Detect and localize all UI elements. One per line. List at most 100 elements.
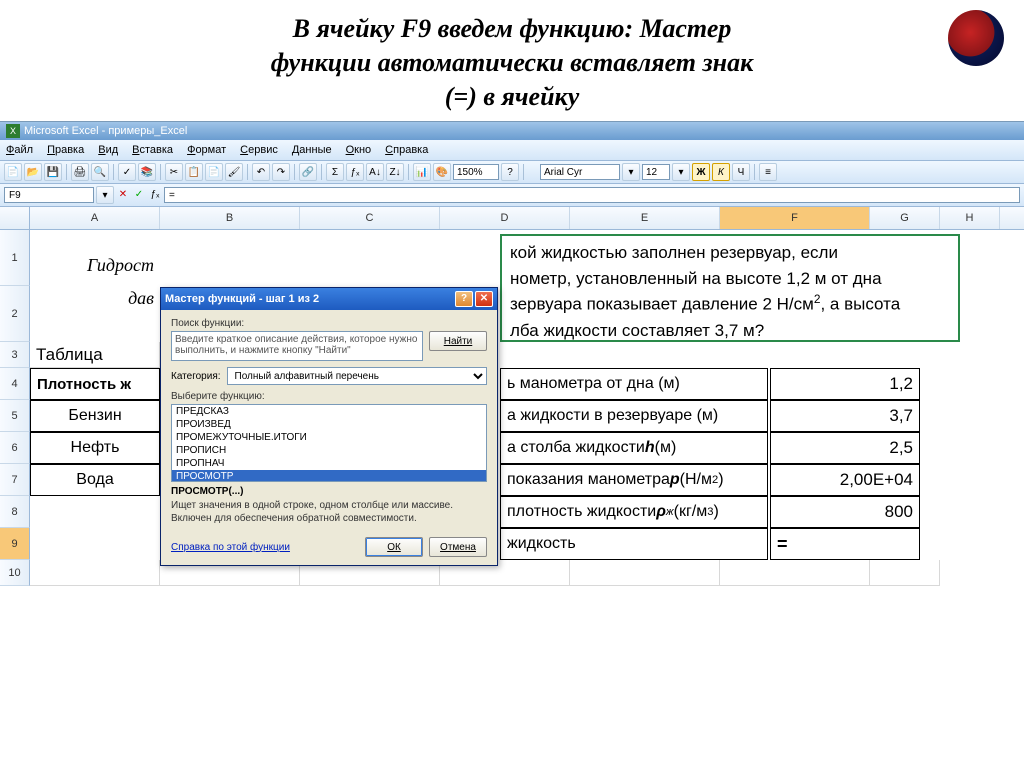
- name-dropdown-icon[interactable]: ▾: [96, 186, 114, 204]
- dialog-close-icon[interactable]: ✕: [475, 291, 493, 307]
- cell-f9-selected[interactable]: =: [770, 528, 920, 560]
- fx-button[interactable]: ƒₓ: [148, 188, 162, 202]
- row-header-4[interactable]: 4: [0, 368, 30, 400]
- row-header-9[interactable]: 9: [0, 528, 30, 560]
- menu-view[interactable]: Вид: [92, 142, 124, 158]
- cell-f6[interactable]: 2,5: [770, 432, 920, 464]
- col-header-c[interactable]: C: [300, 207, 440, 229]
- menu-edit[interactable]: Правка: [41, 142, 90, 158]
- save-icon[interactable]: 💾: [44, 163, 62, 181]
- ok-button[interactable]: ОК: [365, 537, 423, 557]
- find-button[interactable]: Найти: [429, 331, 487, 351]
- cell-d5[interactable]: а жидкости в резервуаре (м): [500, 400, 768, 432]
- function-list[interactable]: ПРЕДСКАЗ ПРОИЗВЕД ПРОМЕЖУТОЧНЫЕ.ИТОГИ ПР…: [171, 404, 487, 482]
- print-icon[interactable]: 🖨: [71, 163, 89, 181]
- italic-button[interactable]: К: [712, 163, 730, 181]
- redo-icon[interactable]: ↷: [272, 163, 290, 181]
- cell-f7[interactable]: 2,00E+04: [770, 464, 920, 496]
- row-header-2[interactable]: 2: [0, 286, 30, 342]
- sort-desc-icon[interactable]: Z↓: [386, 163, 404, 181]
- list-item-selected[interactable]: ПРОСМОТР: [172, 470, 486, 482]
- list-item[interactable]: ПРОМЕЖУТОЧНЫЕ.ИТОГИ: [172, 431, 486, 444]
- sort-asc-icon[interactable]: A↓: [366, 163, 384, 181]
- font-name-box[interactable]: Arial Cyr: [540, 164, 620, 180]
- font-dropdown-icon[interactable]: ▾: [622, 163, 640, 181]
- size-dropdown-icon[interactable]: ▾: [672, 163, 690, 181]
- menu-insert[interactable]: Вставка: [126, 142, 179, 158]
- research-icon[interactable]: 📚: [138, 163, 156, 181]
- col-header-d[interactable]: D: [440, 207, 570, 229]
- row-header-10[interactable]: 10: [0, 560, 30, 586]
- row-header-8[interactable]: 8: [0, 496, 30, 528]
- cell-d6[interactable]: а столба жидкости h (м): [500, 432, 768, 464]
- problem-text-box[interactable]: кой жидкостью заполнен резервуар, если н…: [500, 234, 960, 342]
- autosum-icon[interactable]: Σ: [326, 163, 344, 181]
- list-item[interactable]: ПРЕДСКАЗ: [172, 405, 486, 418]
- row-header-7[interactable]: 7: [0, 464, 30, 496]
- col-header-g[interactable]: G: [870, 207, 940, 229]
- copy-icon[interactable]: 📋: [185, 163, 203, 181]
- list-item[interactable]: ПРОИЗВЕД: [172, 418, 486, 431]
- cell-f8[interactable]: 800: [770, 496, 920, 528]
- list-item[interactable]: ПРОПНАЧ: [172, 457, 486, 470]
- drawing-icon[interactable]: 🎨: [433, 163, 451, 181]
- col-header-e[interactable]: E: [570, 207, 720, 229]
- menu-file[interactable]: Файл: [0, 142, 39, 158]
- cell-d9[interactable]: жидкость: [500, 528, 768, 560]
- cell-a1[interactable]: Гидрост: [30, 230, 160, 286]
- row-header-6[interactable]: 6: [0, 432, 30, 464]
- accept-formula-icon[interactable]: ✓: [132, 188, 146, 202]
- cell-g10[interactable]: [870, 560, 940, 586]
- cell-f5[interactable]: 3,7: [770, 400, 920, 432]
- bold-button[interactable]: Ж: [692, 163, 710, 181]
- col-header-b[interactable]: B: [160, 207, 300, 229]
- cell-a7[interactable]: Вода: [30, 464, 160, 496]
- menu-tools[interactable]: Сервис: [234, 142, 284, 158]
- font-size-box[interactable]: 12: [642, 164, 670, 180]
- menu-window[interactable]: Окно: [340, 142, 378, 158]
- align-left-icon[interactable]: ≡: [759, 163, 777, 181]
- menu-format[interactable]: Формат: [181, 142, 232, 158]
- cell-d4[interactable]: ь манометра от дна (м): [500, 368, 768, 400]
- cell-f4[interactable]: 1,2: [770, 368, 920, 400]
- cut-icon[interactable]: ✂: [165, 163, 183, 181]
- select-all-corner[interactable]: [0, 207, 30, 229]
- fx-icon[interactable]: ƒₓ: [346, 163, 364, 181]
- spell-icon[interactable]: ✓: [118, 163, 136, 181]
- category-select[interactable]: Полный алфавитный перечень: [227, 367, 487, 385]
- cell-a4[interactable]: Плотность ж: [30, 368, 160, 400]
- cell-f10[interactable]: [720, 560, 870, 586]
- preview-icon[interactable]: 🔍: [91, 163, 109, 181]
- menu-help[interactable]: Справка: [379, 142, 434, 158]
- help-link[interactable]: Справка по этой функции: [171, 542, 290, 553]
- formula-bar[interactable]: =: [164, 187, 1020, 203]
- open-icon[interactable]: 📂: [24, 163, 42, 181]
- cell-a6[interactable]: Нефть: [30, 432, 160, 464]
- chart-icon[interactable]: 📊: [413, 163, 431, 181]
- menu-data[interactable]: Данные: [286, 142, 338, 158]
- col-header-h[interactable]: H: [940, 207, 1000, 229]
- dialog-help-icon[interactable]: ?: [455, 291, 473, 307]
- new-icon[interactable]: 📄: [4, 163, 22, 181]
- col-header-f[interactable]: F: [720, 207, 870, 229]
- row-header-1[interactable]: 1: [0, 230, 30, 286]
- underline-button[interactable]: Ч: [732, 163, 750, 181]
- cell-d8[interactable]: плотность жидкости ρж (кг/м3): [500, 496, 768, 528]
- cell-a5[interactable]: Бензин: [30, 400, 160, 432]
- format-painter-icon[interactable]: 🖌: [225, 163, 243, 181]
- cell-a2[interactable]: дав: [30, 286, 160, 330]
- paste-icon[interactable]: 📄: [205, 163, 223, 181]
- name-box[interactable]: F9: [4, 187, 94, 203]
- search-textarea[interactable]: [171, 331, 423, 361]
- row-header-5[interactable]: 5: [0, 400, 30, 432]
- col-header-a[interactable]: A: [30, 207, 160, 229]
- undo-icon[interactable]: ↶: [252, 163, 270, 181]
- cell-a10[interactable]: [30, 560, 160, 586]
- cancel-formula-icon[interactable]: ✕: [116, 188, 130, 202]
- dialog-titlebar[interactable]: Мастер функций - шаг 1 из 2 ? ✕: [161, 288, 497, 310]
- link-icon[interactable]: 🔗: [299, 163, 317, 181]
- cell-e10[interactable]: [570, 560, 720, 586]
- cancel-button[interactable]: Отмена: [429, 537, 487, 557]
- row-header-3[interactable]: 3: [0, 342, 30, 368]
- help-icon[interactable]: ?: [501, 163, 519, 181]
